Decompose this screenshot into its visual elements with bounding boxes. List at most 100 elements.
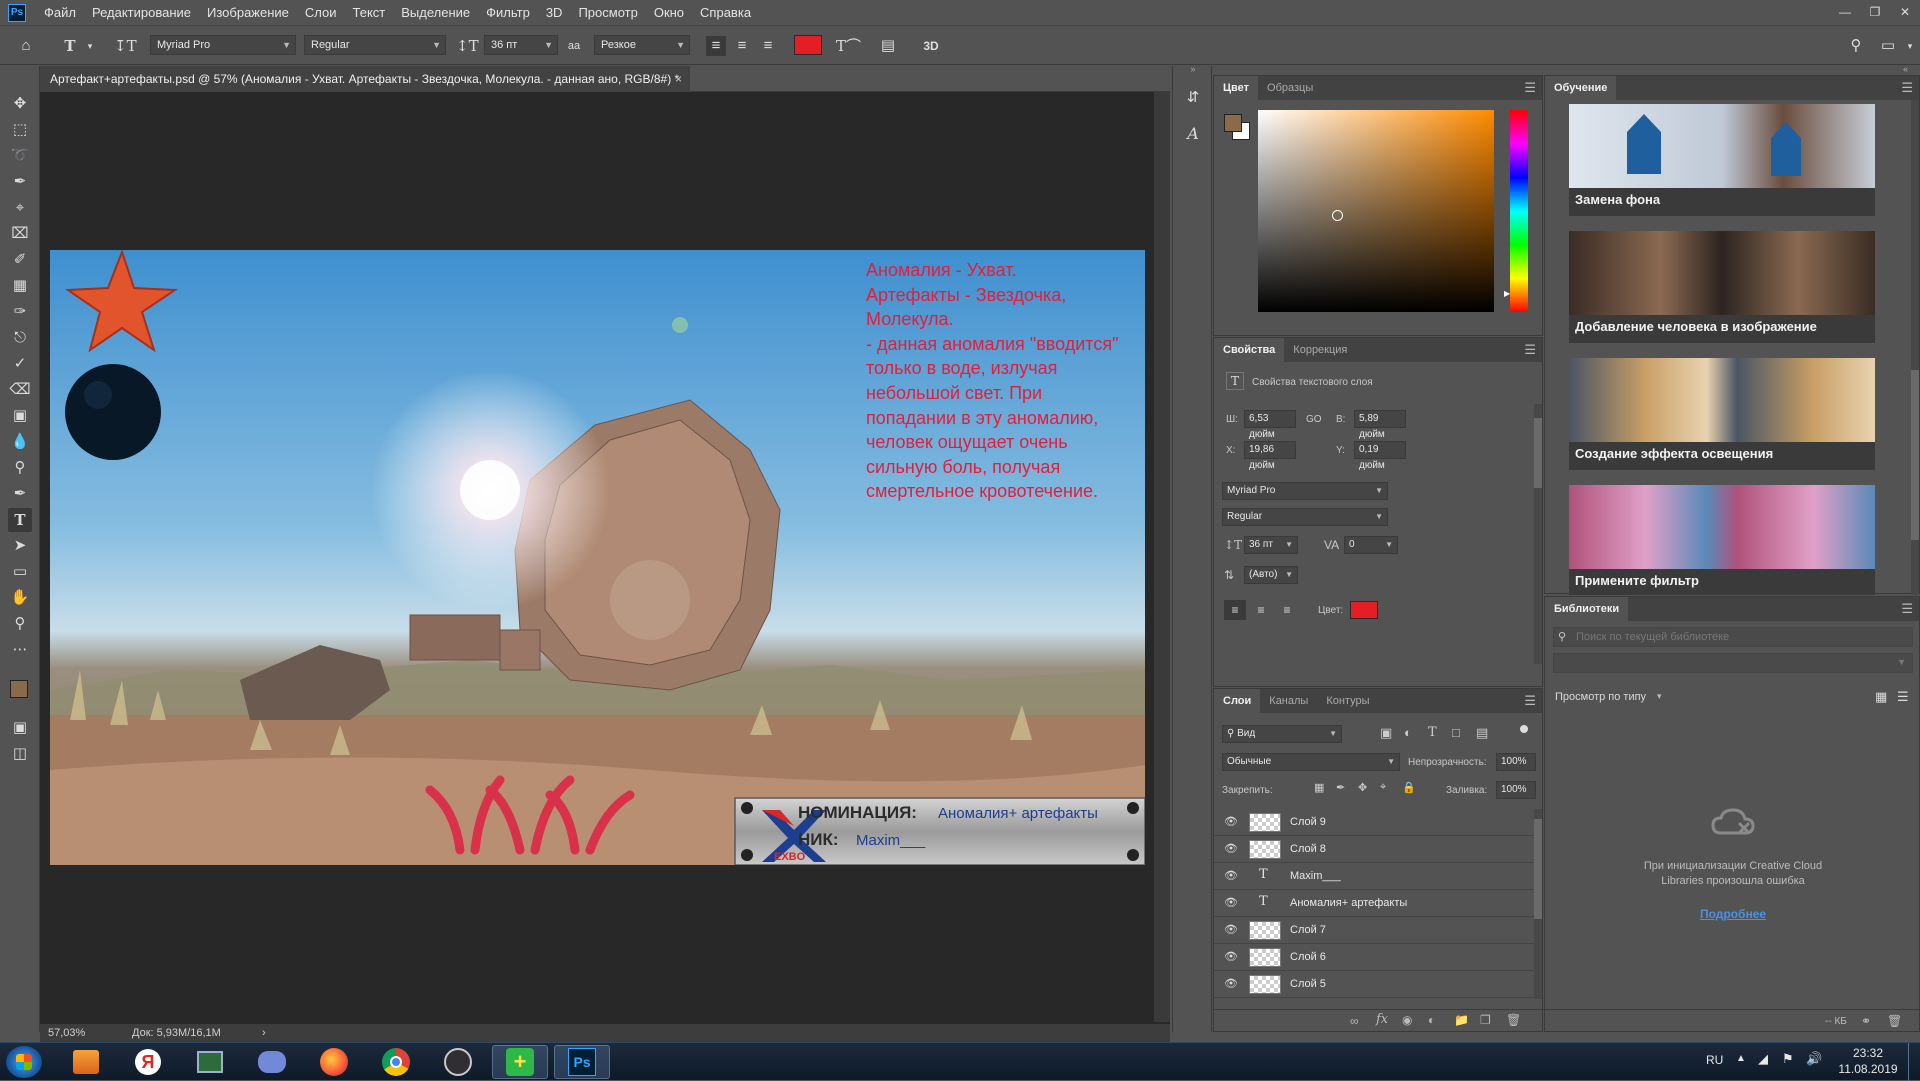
tab-adjustments[interactable]: Коррекция [1284, 338, 1356, 362]
clock-time[interactable]: 23:32 [1838, 1046, 1898, 1060]
learn-more-link[interactable]: Подробнее [1545, 907, 1920, 921]
eye-icon[interactable]: 👁 [1224, 869, 1238, 882]
blend-mode-select[interactable]: Обычные ▼ [1222, 753, 1400, 771]
font-style-select[interactable]: Regular ▼ [304, 35, 446, 55]
lock-pixels-icon[interactable]: ✒ [1336, 781, 1345, 794]
tab-libraries[interactable]: Библиотеки [1545, 597, 1629, 621]
tab-channels[interactable]: Каналы [1260, 689, 1317, 713]
layer-row[interactable]: 👁 T Аномалия+ артефакты [1214, 890, 1534, 917]
x-field[interactable]: 19,86 дюйм [1244, 441, 1296, 471]
quick-selection-tool-icon[interactable]: ✒ [8, 170, 32, 194]
pen-tool-icon[interactable]: ✒ [8, 482, 32, 506]
delete-icon[interactable]: 🗑 [1887, 1014, 1902, 1028]
move-tool-icon[interactable]: ✥ [8, 92, 32, 116]
layer-row[interactable]: 👁 Слой 9 [1214, 809, 1534, 836]
home-icon[interactable]: ⌂ [16, 36, 36, 56]
eye-icon[interactable]: 👁 [1224, 977, 1238, 990]
show-desktop-button[interactable] [1908, 1043, 1920, 1081]
document-tab[interactable]: Артефакт+артефакты.psd @ 57% (Аномалия -… [40, 66, 690, 92]
y-field[interactable]: 0,19 дюйм [1354, 441, 1406, 471]
color-picker-cursor[interactable] [1332, 210, 1343, 221]
menu-edit[interactable]: Редактирование [84, 0, 199, 25]
layer-row[interactable]: 👁 Слой 6 [1214, 944, 1534, 971]
character-panel-icon[interactable]: ▤ [878, 36, 898, 56]
text-color-swatch[interactable] [794, 35, 822, 55]
filter-adjustment-icon[interactable]: ◐ [1404, 725, 1412, 740]
adjustment-layer-icon[interactable]: ◐ [1428, 1013, 1435, 1027]
new-layer-icon[interactable]: ❐ [1480, 1013, 1491, 1027]
lock-position-icon[interactable]: ✥ [1358, 781, 1367, 794]
tab-properties[interactable]: Свойства [1214, 338, 1285, 362]
eye-icon[interactable]: 👁 [1224, 923, 1238, 936]
healing-brush-tool-icon[interactable]: ▦ [8, 274, 32, 298]
filter-pixel-icon[interactable]: ▣ [1380, 725, 1392, 741]
properties-scrollbar[interactable] [1534, 404, 1542, 664]
close-icon[interactable]: ✕ [1890, 0, 1920, 25]
taskbar-app-obs[interactable] [430, 1045, 486, 1079]
learn-card[interactable]: Примените фильтр [1569, 485, 1875, 595]
taskbar-app-photoshop[interactable]: Ps [554, 1045, 610, 1079]
quick-mask-icon[interactable]: ▣ [8, 716, 32, 740]
tab-color[interactable]: Цвет [1214, 76, 1259, 100]
layer-style-icon[interactable]: fx [1376, 1012, 1388, 1027]
canvas[interactable]: EXBO Аномалия - Ухват. Артефакты - Звезд… [50, 250, 1145, 865]
start-button[interactable] [6, 1046, 42, 1078]
network-icon[interactable]: ◢ [1758, 1051, 1768, 1067]
taskbar-app-task-manager[interactable] [182, 1045, 238, 1079]
foreground-color-swatch[interactable] [1224, 114, 1242, 132]
link-icon[interactable]: GO [1306, 414, 1322, 425]
menu-help[interactable]: Справка [692, 0, 759, 25]
history-panel-icon[interactable]: ⇵ [1181, 86, 1205, 110]
layer-row[interactable]: 👁 Слой 5 [1214, 971, 1534, 998]
menu-file[interactable]: Файл [36, 0, 84, 25]
scrollbar-thumb[interactable] [1534, 418, 1542, 488]
align-right-icon[interactable]: ≡ [1276, 600, 1298, 620]
view-by-type-label[interactable]: Просмотр по типу [1555, 691, 1646, 703]
eye-icon[interactable]: 👁 [1224, 842, 1238, 855]
tab-paths[interactable]: Контуры [1317, 689, 1378, 713]
glyphs-panel-icon[interactable]: A [1181, 122, 1205, 146]
learn-card[interactable]: Добавление человека в изображение [1569, 231, 1875, 343]
workspace-icon[interactable]: ▭ [1878, 36, 1898, 56]
taskbar-app-discord[interactable] [244, 1045, 300, 1079]
lock-transparent-icon[interactable]: ▦ [1314, 781, 1324, 794]
more-tools-icon[interactable]: ⋯ [8, 638, 32, 662]
taskbar-app-chrome[interactable] [368, 1045, 424, 1079]
hue-slider[interactable] [1510, 110, 1528, 312]
chevron-down-icon[interactable]: ▾ [1657, 691, 1662, 702]
menu-image[interactable]: Изображение [199, 0, 297, 25]
delete-layer-icon[interactable]: 🗑 [1506, 1013, 1521, 1027]
menu-window[interactable]: Окно [646, 0, 692, 25]
leading-select[interactable]: (Авто) ▼ [1244, 566, 1298, 584]
brush-tool-icon[interactable]: ✑ [8, 300, 32, 324]
new-group-icon[interactable]: 📁 [1454, 1013, 1469, 1027]
warp-text-icon[interactable]: T⌒ [836, 36, 861, 56]
hue-slider-marker-icon[interactable]: ▶ [1504, 289, 1510, 298]
taskbar-app-firefox[interactable] [306, 1045, 362, 1079]
font-style-select[interactable]: Regular ▼ [1222, 508, 1388, 526]
panel-menu-icon[interactable]: ☰ [1524, 693, 1536, 709]
creative-cloud-icon[interactable]: ⚭ [1861, 1014, 1871, 1028]
align-left-icon[interactable]: ≡ [706, 36, 726, 56]
clock-date[interactable]: 11.08.2019 [1832, 1062, 1904, 1076]
history-brush-tool-icon[interactable]: ✓ [8, 352, 32, 376]
color-picker-field[interactable] [1258, 110, 1494, 312]
font-family-select[interactable]: Myriad Pro ▼ [150, 35, 296, 55]
lasso-tool-icon[interactable]: ➰ [8, 144, 32, 168]
foreground-color-swatch[interactable] [10, 680, 28, 698]
lock-artboard-icon[interactable]: ⌖ [1380, 781, 1386, 794]
panel-menu-icon[interactable]: ☰ [1901, 80, 1913, 96]
tab-swatches[interactable]: Образцы [1258, 76, 1322, 100]
type-tool-preset-icon[interactable]: T [60, 36, 80, 56]
clone-stamp-tool-icon[interactable]: ⎋ [8, 326, 32, 350]
tray-flag-icon[interactable]: ⚑ [1782, 1051, 1794, 1067]
marquee-tool-icon[interactable]: ⬚ [8, 118, 32, 142]
screen-mode-icon[interactable]: ◫ [8, 742, 32, 766]
blur-tool-icon[interactable]: 💧 [8, 430, 32, 454]
menu-filter[interactable]: Фильтр [478, 0, 538, 25]
antialias-select[interactable]: Резкое ▼ [594, 35, 690, 55]
learn-card[interactable]: Замена фона [1569, 104, 1875, 216]
taskbar-app-launcher[interactable]: + [492, 1045, 548, 1079]
tab-learn[interactable]: Обучение [1545, 76, 1617, 100]
crop-tool-icon[interactable]: ⌖ [8, 196, 32, 220]
